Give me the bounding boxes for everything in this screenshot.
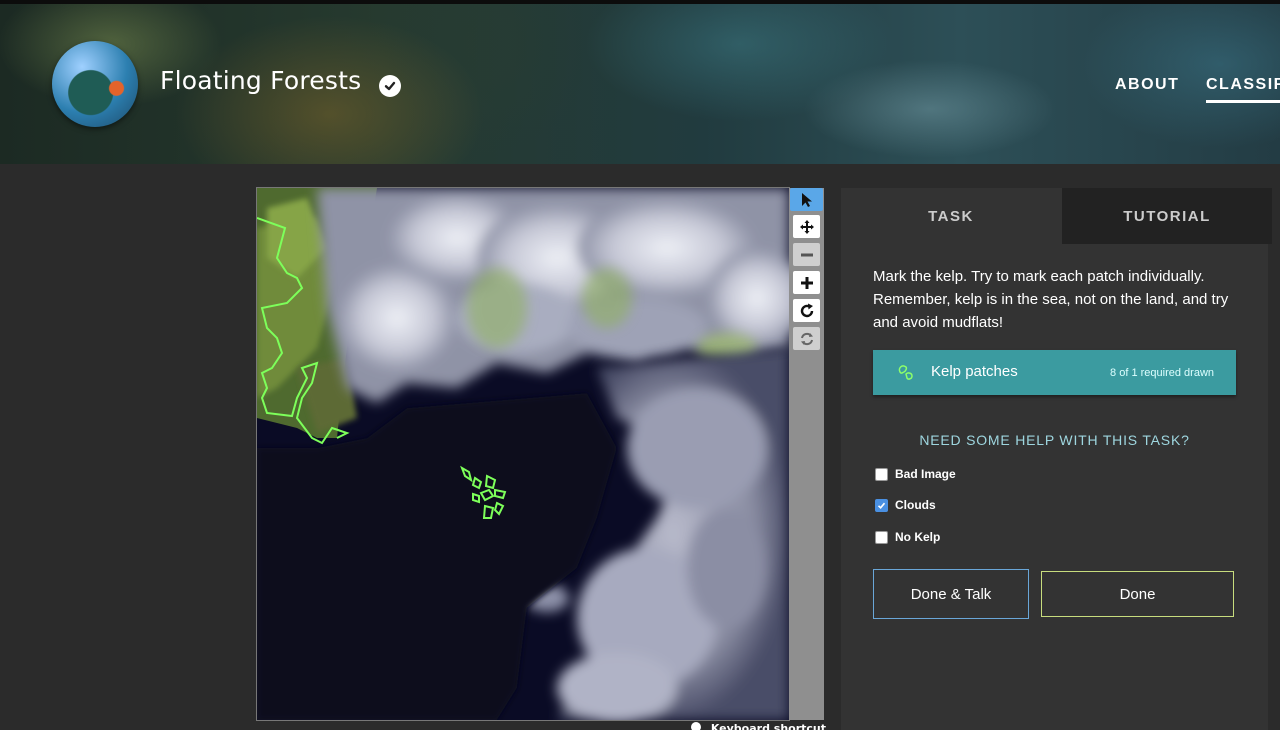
nav-about-link[interactable]: ABOUT [1115,76,1179,94]
kelp-tool-count: 8 of 1 required drawn [1110,367,1214,379]
option-clouds[interactable]: Clouds [875,496,936,514]
keyboard-shortcuts-hint[interactable]: Keyboard shortcuts [691,722,826,730]
clouds-checkbox[interactable] [875,498,888,512]
subject-image[interactable] [256,187,790,721]
help-heading[interactable]: NEED SOME HELP WITH THIS TASK? [873,432,1236,448]
task-panel: TASK TUTORIAL Mark the kelp. Try to mark… [841,188,1272,730]
rotate-icon[interactable] [793,299,820,322]
project-logo[interactable] [52,41,138,127]
task-instructions: Mark the kelp. Try to mark each patch in… [873,268,1229,331]
no-kelp-checkbox[interactable] [875,530,888,544]
hint-text: Keyboard shortcuts [710,722,826,730]
kelp-tool-label: Kelp patches [931,363,1018,380]
kelp-patches-tool[interactable]: Kelp patches 8 of 1 required drawn [873,350,1236,395]
tab-tutorial[interactable]: TUTORIAL [1062,188,1272,244]
no-kelp-label: No Kelp [895,530,941,544]
tab-task[interactable]: TASK [841,188,1061,244]
project-title[interactable]: Floating Forests [160,66,361,95]
satellite-scene[interactable] [257,188,789,720]
project-header: Floating Forests ABOUT CLASSIFY [0,4,1280,164]
reset-icon[interactable] [793,327,820,350]
done-and-talk-button[interactable]: Done & Talk [873,569,1029,619]
done-button[interactable]: Done [1041,571,1234,617]
zoom-in-icon[interactable] [793,271,820,294]
clouds-label: Clouds [895,498,936,512]
image-toolbar [789,188,824,720]
bad-image-checkbox[interactable] [875,467,888,481]
nav-classify-link[interactable]: CLASSIFY [1206,76,1280,103]
option-no-kelp[interactable]: No Kelp [875,528,940,546]
option-bad-image[interactable]: Bad Image [875,465,956,483]
pan-icon[interactable] [793,215,820,238]
kelp-outline-icon [897,363,915,385]
bad-image-label: Bad Image [895,467,956,481]
verified-check-icon [379,75,401,97]
pointer-icon[interactable] [790,188,823,211]
zoom-out-icon[interactable] [793,243,820,266]
info-icon [691,722,701,730]
